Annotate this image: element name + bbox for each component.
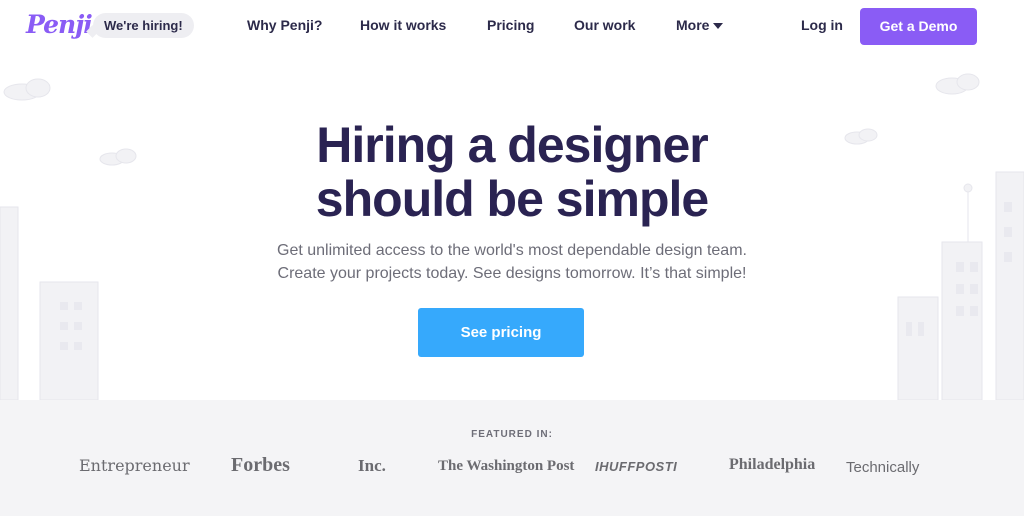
logo-huffpost: IHUFFPOSTI bbox=[595, 459, 678, 474]
hero-subtext-line1: Get unlimited access to the world's most… bbox=[277, 242, 747, 259]
logo-forbes: Forbes bbox=[231, 454, 290, 476]
logo-washington-post: The Washington Post bbox=[438, 458, 575, 474]
hero-headline-line1: Hiring a designer bbox=[316, 117, 708, 173]
hero-subtext-line2: Create your projects today. See designs … bbox=[277, 265, 747, 282]
nav-link-how-it-works[interactable]: How it works bbox=[360, 17, 446, 33]
featured-in-section: FEATURED IN: Entrepreneur Forbes Inc. Th… bbox=[0, 400, 1024, 516]
top-navigation: Penji We're hiring! Why Penji? How it wo… bbox=[0, 0, 1024, 52]
logo-philadelphia: Philadelphia bbox=[729, 456, 816, 473]
hero-headline-line2: should be simple bbox=[315, 171, 709, 227]
nav-more-label: More bbox=[676, 17, 710, 33]
caret-down-icon bbox=[713, 23, 724, 29]
logo-inc: Inc. bbox=[358, 456, 386, 475]
hero-section: Hiring a designer should be simple Get u… bbox=[0, 52, 1024, 400]
nav-link-our-work[interactable]: Our work bbox=[574, 17, 635, 33]
penji-logo[interactable]: Penji bbox=[26, 10, 93, 39]
hiring-badge[interactable]: We're hiring! bbox=[93, 13, 194, 38]
logo-technically: Technically bbox=[846, 459, 920, 476]
see-pricing-button[interactable]: See pricing bbox=[418, 308, 584, 357]
nav-link-pricing[interactable]: Pricing bbox=[487, 17, 534, 33]
nav-link-why-penji[interactable]: Why Penji? bbox=[247, 17, 322, 33]
logo-entrepreneur: Entrepreneur bbox=[79, 456, 190, 475]
login-link[interactable]: Log in bbox=[801, 17, 843, 33]
get-a-demo-button[interactable]: Get a Demo bbox=[860, 8, 977, 45]
featured-label: FEATURED IN: bbox=[471, 429, 553, 440]
nav-more-dropdown[interactable]: More bbox=[676, 17, 724, 33]
